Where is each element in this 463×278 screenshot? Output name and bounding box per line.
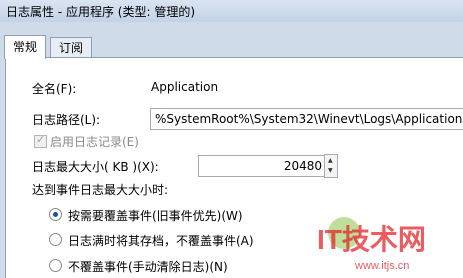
enable-logging-checkbox[interactable] — [34, 133, 47, 148]
radio-archive[interactable] — [49, 233, 62, 246]
window-title: 日志属性 - 应用程序 (类型: 管理的) — [6, 5, 195, 19]
spin-up-icon[interactable]: ▲ — [328, 157, 333, 164]
radio-archive-label: 日志满时将其存档，不覆盖事件(A) — [68, 234, 254, 248]
tab-subscriptions[interactable]: 订阅 — [50, 37, 93, 58]
radio-overwrite-label: 按需要覆盖事件(旧事件优先)(W) — [68, 209, 243, 223]
watermark-url: www.itjs.cn — [354, 260, 409, 272]
maxsize-label: 日志最大大小( KB )(X): — [32, 160, 159, 174]
maxsize-input[interactable]: 20480 — [198, 155, 327, 177]
fullname-label: 全名(F): — [32, 82, 77, 96]
watermark-logo-text: IT技术网 — [317, 224, 426, 255]
radio-no-overwrite[interactable] — [49, 259, 62, 272]
maxsize-spinner[interactable]: ▲ ▼ — [324, 154, 338, 178]
tab-strip: 常规 订阅 — [0, 22, 463, 59]
enable-logging-label: 启用日志记录(E) — [50, 135, 139, 149]
spin-down-icon[interactable]: ▼ — [328, 167, 333, 174]
logpath-field[interactable]: %SystemRoot%\System32\Winevt\Logs\Applic… — [150, 108, 463, 130]
radio-no-overwrite-label: 不覆盖事件(手动清除日志)(N) — [68, 260, 228, 274]
radio-overwrite[interactable] — [49, 208, 62, 221]
tab-general[interactable]: 常规 — [4, 35, 47, 59]
watermark-logo: IT技术网 www.itjs.cn — [317, 217, 426, 272]
on-max-label: 达到事件日志最大大小时: — [32, 183, 169, 197]
fullname-value: Application — [151, 80, 219, 94]
logpath-label: 日志路径(L): — [32, 113, 101, 127]
title-bar: 日志属性 - 应用程序 (类型: 管理的) — [0, 0, 463, 22]
